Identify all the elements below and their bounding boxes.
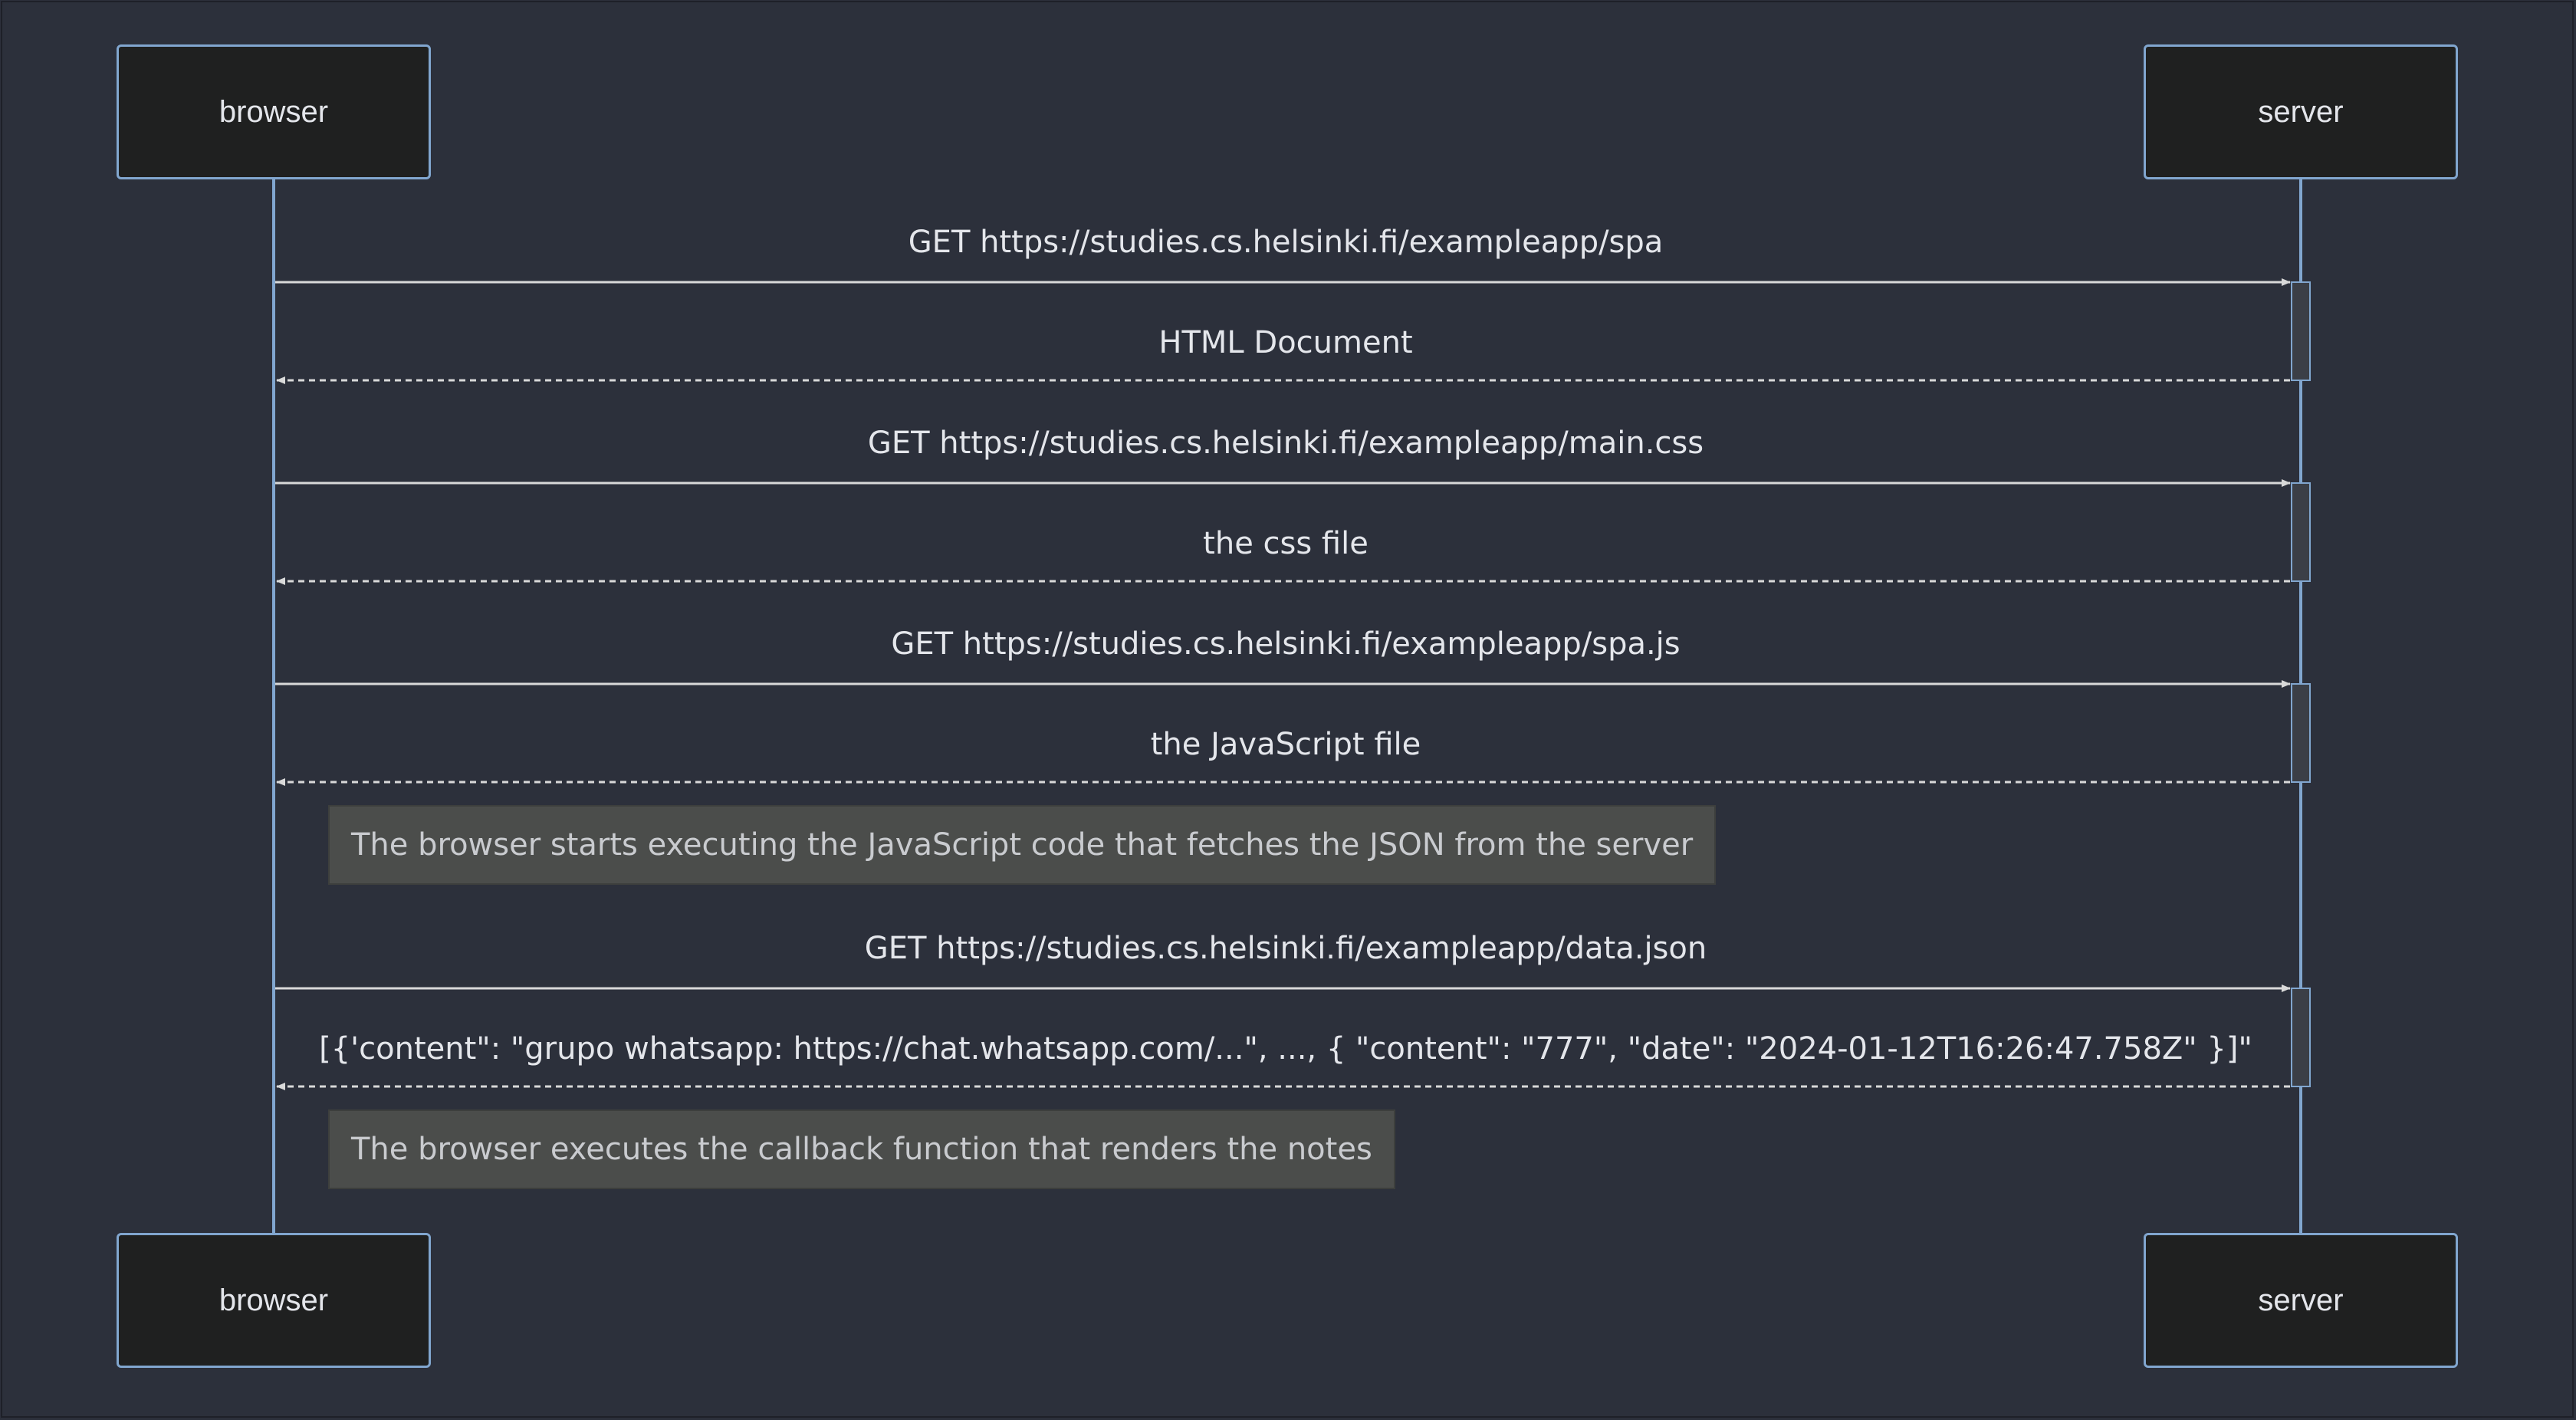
note-text: The browser starts executing the JavaScr… xyxy=(351,827,1694,863)
actor-browser-top: browser xyxy=(117,44,431,179)
actor-browser-bottom: browser xyxy=(117,1233,431,1368)
note-text: The browser executes the callback functi… xyxy=(351,1132,1372,1167)
actor-server-bottom: server xyxy=(2144,1233,2458,1368)
message-label-spa-request: GET https://studies.cs.helsinki.fi/examp… xyxy=(908,225,1664,260)
note-js-execution: The browser starts executing the JavaScr… xyxy=(328,805,1717,885)
message-label-css-request: GET https://studies.cs.helsinki.fi/examp… xyxy=(867,426,1704,461)
message-label-css-response: the css file xyxy=(1203,526,1368,561)
actor-server-top: server xyxy=(2144,44,2458,179)
actor-label: browser xyxy=(219,1283,329,1317)
diagram-canvas xyxy=(272,179,2311,1233)
message-label-json-request: GET https://studies.cs.helsinki.fi/examp… xyxy=(864,931,1707,966)
note-callback-render: The browser executes the callback functi… xyxy=(328,1109,1395,1189)
actor-label: server xyxy=(2258,94,2344,129)
sequence-diagram: browser server browser server GET https:… xyxy=(0,0,2576,1420)
message-label-html-response: HTML Document xyxy=(1158,325,1413,360)
message-label-js-request: GET https://studies.cs.helsinki.fi/examp… xyxy=(891,626,1681,662)
message-label-json-response: [{'content": "grupo whatsapp: https://ch… xyxy=(319,1031,2252,1067)
message-label-js-response: the JavaScript file xyxy=(1150,727,1421,762)
actor-label: browser xyxy=(219,94,329,129)
actor-label: server xyxy=(2258,1283,2344,1317)
